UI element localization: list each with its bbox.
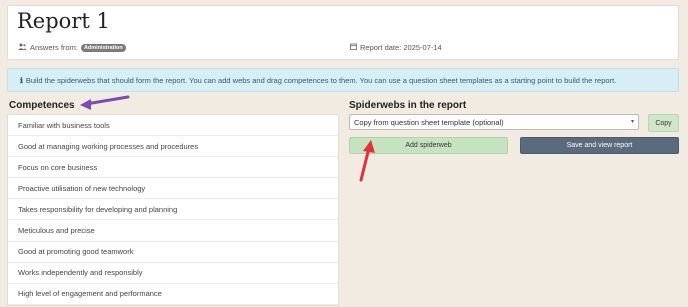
red-arrow-icon [359,140,375,182]
